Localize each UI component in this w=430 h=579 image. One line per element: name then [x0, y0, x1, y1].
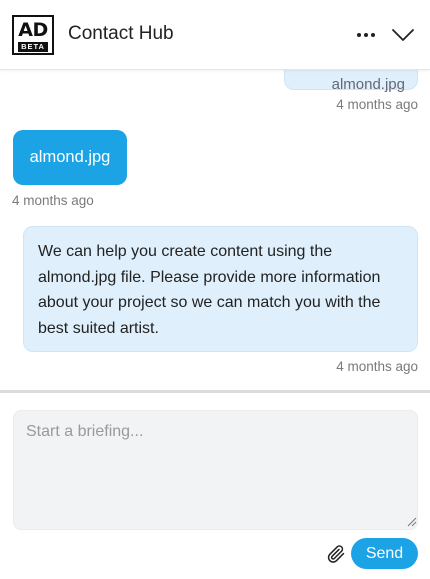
- composer-divider: [0, 390, 430, 393]
- message-timestamp: 4 months ago: [336, 359, 418, 374]
- message-bubble-outgoing: We can help you create content using the…: [23, 226, 418, 352]
- more-options-button[interactable]: [352, 20, 380, 50]
- send-button[interactable]: Send: [351, 538, 418, 569]
- message-timestamp: 4 months ago: [12, 193, 94, 208]
- app-logo: AD BETA: [12, 15, 54, 55]
- message-text: almond.jpg: [331, 76, 405, 93]
- briefing-input[interactable]: [13, 410, 418, 530]
- more-horizontal-icon: [357, 33, 361, 37]
- message-timestamp: 4 months ago: [336, 97, 418, 112]
- message-list[interactable]: almond.jpg 4 months ago almond.jpg 4 mon…: [0, 70, 430, 390]
- file-attachment-bubble[interactable]: almond.jpg: [13, 130, 127, 185]
- chat-header: AD BETA Contact Hub: [0, 0, 430, 70]
- message-bubble-outgoing: almond.jpg: [284, 70, 418, 93]
- logo-main-text: AD: [18, 19, 48, 41]
- paperclip-icon: [327, 545, 345, 563]
- logo-beta-badge: BETA: [18, 42, 48, 52]
- collapse-button[interactable]: [388, 20, 418, 50]
- attach-file-button[interactable]: [324, 541, 348, 567]
- chevron-down-icon: [392, 29, 414, 41]
- page-title: Contact Hub: [68, 23, 174, 44]
